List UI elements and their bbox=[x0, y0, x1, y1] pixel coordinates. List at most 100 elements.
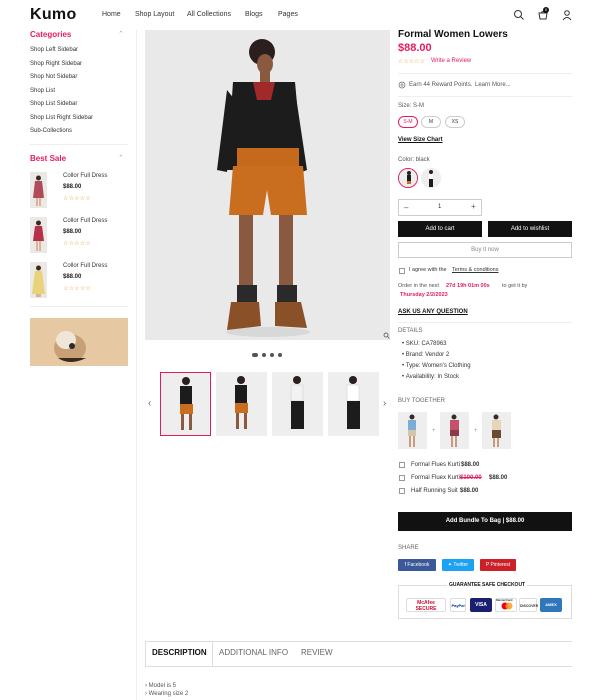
chevron-up-icon[interactable]: ⌃ bbox=[118, 30, 124, 38]
category-shop-list[interactable]: Shop List bbox=[30, 88, 55, 94]
countdown-timer: 27d 19h 01m 00s bbox=[446, 283, 490, 289]
details-title: DETAILS bbox=[398, 328, 423, 334]
facebook-share-button[interactable]: f Facebook bbox=[398, 559, 436, 571]
facebook-label: Facebook bbox=[407, 562, 430, 568]
twitter-label: Twitter bbox=[453, 562, 469, 568]
divider bbox=[145, 666, 572, 667]
chevron-left-icon[interactable]: ‹ bbox=[148, 398, 151, 409]
product-thumb[interactable] bbox=[272, 372, 323, 436]
logo[interactable]: Kumo bbox=[30, 6, 77, 24]
bundle-item-image[interactable] bbox=[398, 412, 427, 449]
slide-dot[interactable] bbox=[270, 353, 274, 357]
nav-home[interactable]: Home bbox=[102, 11, 121, 18]
ask-question-link[interactable]: ASK US ANY QUESTION bbox=[398, 309, 468, 315]
zoom-icon[interactable] bbox=[383, 332, 390, 339]
best-sale-thumb[interactable] bbox=[30, 262, 47, 298]
bundle-item-checkbox[interactable] bbox=[399, 488, 405, 494]
best-sale-thumb[interactable] bbox=[30, 217, 47, 253]
delivery-date: Thursday 2/2/2023 bbox=[400, 292, 448, 298]
product-thumb[interactable] bbox=[328, 372, 379, 436]
learn-more-link[interactable]: Learn More... bbox=[475, 82, 511, 88]
best-sale-price: $88.00 bbox=[63, 229, 82, 235]
write-review-link[interactable]: Write a Review bbox=[431, 58, 471, 64]
terms-link[interactable]: Terms & conditions bbox=[452, 267, 498, 273]
terms-prefix: I agree with the bbox=[409, 267, 447, 273]
user-icon[interactable] bbox=[561, 9, 573, 21]
divider bbox=[398, 96, 572, 97]
bundle-item-image[interactable] bbox=[440, 412, 469, 449]
bundle-item-name: Half Running Suit bbox=[411, 488, 458, 494]
quantity-minus-button[interactable]: – bbox=[404, 203, 408, 212]
reward-text: Earn 44 Reward Points. bbox=[409, 82, 473, 88]
nav-all-collections[interactable]: All Collections bbox=[187, 11, 231, 18]
color-swatch-black[interactable] bbox=[398, 168, 418, 188]
bundle-item-name: Formal Fluex Kurti bbox=[411, 475, 461, 481]
bundle-item-image[interactable] bbox=[482, 412, 511, 449]
category-shop-right-sidebar[interactable]: Shop Right Sidebar bbox=[30, 61, 82, 67]
rating-stars: ☆☆☆☆☆ bbox=[63, 196, 91, 202]
promo-banner[interactable] bbox=[30, 318, 128, 366]
size-option-xs[interactable]: XS bbox=[445, 116, 465, 128]
nav-blogs[interactable]: Blogs bbox=[245, 11, 263, 18]
bundle-item-checkbox[interactable] bbox=[399, 462, 405, 468]
nav-pages[interactable]: Pages bbox=[278, 11, 298, 18]
category-shop-list-right-sidebar[interactable]: Shop List Right Sidebar bbox=[30, 115, 93, 121]
buy-now-button[interactable]: Buy it now bbox=[398, 242, 572, 258]
description-item: › Wearing size 2 bbox=[145, 691, 189, 697]
add-to-cart-button[interactable]: Add to cart bbox=[398, 221, 482, 237]
add-to-wishlist-button[interactable]: Add to wishlist bbox=[488, 221, 572, 237]
terms-checkbox[interactable] bbox=[399, 268, 405, 274]
size-option-m[interactable]: M bbox=[421, 116, 441, 128]
best-sale-name[interactable]: Collor Full Dress bbox=[63, 218, 107, 224]
category-sub-collections[interactable]: Sub-Collections bbox=[30, 128, 72, 134]
nav-shop-layout[interactable]: Shop Layout bbox=[135, 11, 174, 18]
slide-dot-active[interactable] bbox=[252, 353, 258, 357]
description-item: › Model is 5 bbox=[145, 683, 177, 689]
tab-review[interactable]: REVIEW bbox=[301, 648, 333, 657]
size-label: Size: S-M bbox=[398, 103, 425, 109]
category-shop-left-sidebar[interactable]: Shop Left Sidebar bbox=[30, 47, 78, 53]
categories-title: Categories bbox=[30, 30, 72, 39]
visa-icon: VISA bbox=[470, 598, 492, 612]
twitter-share-button[interactable]: ✦ Twitter bbox=[442, 559, 474, 571]
size-option-s-m[interactable]: S-M bbox=[398, 116, 418, 128]
divider bbox=[30, 306, 128, 307]
product-thumb[interactable] bbox=[216, 372, 267, 436]
detail-type: • Type: Women's Clothing bbox=[402, 363, 471, 369]
bundle-item-price: $88.00 bbox=[460, 488, 479, 494]
pinterest-share-button[interactable]: P Pinterest bbox=[480, 559, 516, 571]
divider bbox=[398, 73, 572, 74]
cart-count-badge: 0 bbox=[543, 7, 549, 13]
safe-checkout-title: GUARANTEE SAFE CHECKOUT bbox=[447, 582, 528, 588]
best-sale-title: Best Sale bbox=[30, 154, 67, 163]
best-sale-name[interactable]: Collor Full Dress bbox=[63, 173, 107, 179]
slide-dot[interactable] bbox=[278, 353, 282, 357]
product-main-image[interactable] bbox=[145, 30, 390, 340]
slide-dot[interactable] bbox=[262, 353, 266, 357]
tab-additional-info[interactable]: ADDITIONAL INFO bbox=[219, 648, 288, 657]
search-icon[interactable] bbox=[513, 9, 525, 21]
category-shop-list-sidebar[interactable]: Shop List Sidebar bbox=[30, 101, 77, 107]
bundle-item-checkbox[interactable] bbox=[399, 475, 405, 481]
quantity-value[interactable]: 1 bbox=[438, 204, 441, 210]
add-bundle-button[interactable]: Add Bundle To Bag | $88.00 bbox=[398, 512, 572, 531]
size-chart-link[interactable]: View Size Chart bbox=[398, 137, 443, 143]
best-sale-price: $88.00 bbox=[63, 184, 82, 190]
best-sale-thumb[interactable] bbox=[30, 172, 47, 208]
best-sale-name[interactable]: Collor Full Dress bbox=[63, 263, 107, 269]
mcafee-badge: McAfee SECURE bbox=[406, 598, 446, 612]
tab-description-label[interactable]: DESCRIPTION bbox=[152, 648, 207, 657]
chevron-right-icon[interactable]: › bbox=[383, 398, 386, 409]
product-thumb[interactable] bbox=[160, 372, 211, 436]
rating-stars: ☆☆☆☆☆ bbox=[398, 59, 425, 65]
site-header: Kumo Home Shop Layout All Collections Bl… bbox=[0, 0, 600, 30]
bundle-item-name: Formal Flues Kurti bbox=[411, 462, 461, 468]
color-swatch[interactable] bbox=[421, 168, 441, 188]
chevron-up-icon[interactable]: ⌃ bbox=[118, 154, 124, 162]
best-sale-price: $88.00 bbox=[63, 274, 82, 280]
plus-icon: + bbox=[432, 428, 436, 434]
quantity-plus-button[interactable]: + bbox=[471, 202, 476, 211]
category-shop-not-sidebar[interactable]: Shop Not Sidebar bbox=[30, 74, 77, 80]
detail-sku: • SKU: CA78963 bbox=[402, 341, 447, 347]
plus-icon: + bbox=[474, 428, 478, 434]
